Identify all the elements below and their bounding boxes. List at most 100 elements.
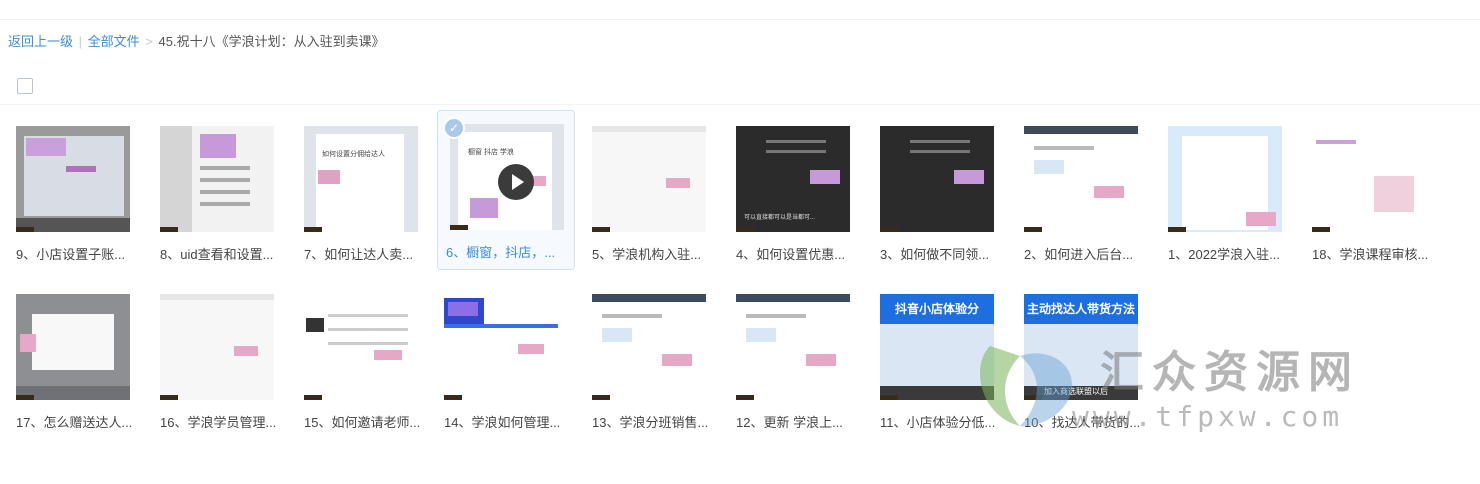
phone-photo-thumbnail xyxy=(16,126,130,232)
blank-page-thumbnail xyxy=(160,294,274,400)
thumbnail-text: 如何设置分佣给达人 xyxy=(322,151,385,158)
file-item[interactable]: 主动找达人带货方法加入商选联盟以后 10、找达人带货的... xyxy=(1016,281,1154,441)
file-name[interactable]: 5、学浪机构入驻... xyxy=(584,246,722,264)
thumbnail-subtext: 加入商选联盟以后 xyxy=(1044,387,1108,396)
file-name[interactable]: 1、2022学浪入驻... xyxy=(1160,246,1298,264)
file-name[interactable]: 11、小店体验分低... xyxy=(872,414,1010,432)
file-item[interactable]: 14、学浪如何管理... xyxy=(436,281,574,441)
file-name[interactable]: 4、如何设置优惠... xyxy=(728,246,866,264)
banner-page-thumbnail xyxy=(444,294,558,400)
file-name[interactable]: 18、学浪课程审核... xyxy=(1304,246,1442,264)
file-thumbnail: 抖音小店体验分 xyxy=(880,294,994,400)
file-thumbnail xyxy=(736,294,850,400)
thumbnail-text: 橱窗 抖店 学浪 xyxy=(468,149,514,156)
file-item[interactable]: 17、怎么赠送达人... xyxy=(8,281,146,441)
video-progress-bar xyxy=(1024,227,1042,232)
grid-page-thumbnail xyxy=(1312,126,1426,232)
file-thumbnail xyxy=(1312,126,1426,232)
file-thumbnail: 可以直接都可以是当都可... xyxy=(736,126,850,232)
select-all-checkbox[interactable] xyxy=(17,78,33,94)
form-page-thumbnail xyxy=(592,294,706,400)
file-item[interactable]: 12、更新 学浪上... xyxy=(728,281,866,441)
video-progress-bar xyxy=(880,227,898,232)
form-page-thumbnail xyxy=(736,294,850,400)
divider xyxy=(0,104,1480,105)
file-name[interactable]: 13、学浪分班销售... xyxy=(584,414,722,432)
video-progress-bar xyxy=(880,395,898,400)
file-thumbnail xyxy=(444,294,558,400)
file-name[interactable]: 3、如何做不同领... xyxy=(872,246,1010,264)
app-menu-thumbnail xyxy=(160,126,274,232)
video-progress-bar xyxy=(736,227,754,232)
file-thumbnail: 如何设置分佣给达人 xyxy=(304,126,418,232)
video-progress-bar xyxy=(1312,227,1330,232)
current-folder: 45.祝十八《学浪计划：从入驻到卖课》 xyxy=(158,34,385,49)
file-item[interactable]: 1、2022学浪入驻... xyxy=(1160,113,1298,273)
file-name[interactable]: 7、如何让达人卖... xyxy=(296,246,434,264)
file-thumbnail xyxy=(592,294,706,400)
file-thumbnail xyxy=(880,126,994,232)
file-name[interactable]: 12、更新 学浪上... xyxy=(728,414,866,432)
file-thumbnail xyxy=(16,294,130,400)
breadcrumb-separator: > xyxy=(145,34,153,49)
file-name[interactable]: 10、找达人带货的... xyxy=(1016,414,1154,432)
blue-page-thumbnail xyxy=(1168,126,1282,232)
back-link[interactable]: 返回上一级 xyxy=(8,34,73,49)
video-progress-bar xyxy=(304,395,322,400)
file-item[interactable]: 15、如何邀请老师... xyxy=(296,281,434,441)
dialog-thumbnail xyxy=(16,294,130,400)
video-progress-bar xyxy=(450,225,468,230)
file-thumbnail: 主动找达人带货方法加入商选联盟以后 xyxy=(1024,294,1138,400)
video-progress-bar xyxy=(736,395,754,400)
file-thumbnail: 橱窗 抖店 学浪 xyxy=(450,124,564,230)
play-icon[interactable] xyxy=(498,164,534,200)
file-thumbnail xyxy=(592,126,706,232)
file-item[interactable]: 可以直接都可以是当都可... 4、如何设置优惠... xyxy=(728,113,866,273)
thumbnail-text: 主动找达人带货方法 xyxy=(1026,302,1135,316)
file-name[interactable]: 2、如何进入后台... xyxy=(1016,246,1154,264)
file-item[interactable]: 5、学浪机构入驻... xyxy=(584,113,722,273)
video-progress-bar xyxy=(444,395,462,400)
file-item[interactable]: 橱窗 抖店 学浪 ✓ 6、橱窗，抖店，... xyxy=(437,110,575,270)
file-thumbnail xyxy=(1024,126,1138,232)
file-thumbnail xyxy=(16,126,130,232)
file-name[interactable]: 17、怎么赠送达人... xyxy=(8,414,146,432)
doc-page-thumbnail xyxy=(304,126,418,232)
dark-table-thumbnail xyxy=(880,126,994,232)
top-bar xyxy=(0,0,1480,20)
file-item[interactable]: 13、学浪分班销售... xyxy=(584,281,722,441)
video-progress-bar xyxy=(304,227,322,232)
file-name[interactable]: 14、学浪如何管理... xyxy=(436,414,574,432)
file-name[interactable]: 9、小店设置子账... xyxy=(8,246,146,264)
video-progress-bar xyxy=(160,227,178,232)
file-name[interactable]: 6、橱窗，抖店，... xyxy=(438,244,576,262)
form-page-thumbnail xyxy=(1024,126,1138,232)
file-thumbnail xyxy=(160,126,274,232)
video-progress-bar xyxy=(16,395,34,400)
all-files-link[interactable]: 全部文件 xyxy=(88,34,140,49)
file-item[interactable]: 8、uid查看和设置... xyxy=(152,113,290,273)
video-progress-bar xyxy=(592,395,610,400)
file-name[interactable]: 8、uid查看和设置... xyxy=(152,246,290,264)
file-item[interactable]: 抖音小店体验分 11、小店体验分低... xyxy=(872,281,1010,441)
blank-page-thumbnail xyxy=(592,126,706,232)
breadcrumb-separator: | xyxy=(78,34,83,49)
video-progress-bar xyxy=(592,227,610,232)
file-name[interactable]: 15、如何邀请老师... xyxy=(296,414,434,432)
check-icon[interactable]: ✓ xyxy=(443,117,465,139)
file-item[interactable]: 18、学浪课程审核... xyxy=(1304,113,1442,273)
video-progress-bar xyxy=(1168,227,1186,232)
file-item[interactable]: 2、如何进入后台... xyxy=(1016,113,1154,273)
file-thumbnail xyxy=(304,294,418,400)
file-item[interactable]: 如何设置分佣给达人 7、如何让达人卖... xyxy=(296,113,434,273)
video-progress-bar xyxy=(16,227,34,232)
breadcrumb: 返回上一级 | 全部文件 > 45.祝十八《学浪计划：从入驻到卖课》 xyxy=(8,33,385,51)
file-item[interactable]: 9、小店设置子账... xyxy=(8,113,146,273)
table-page-thumbnail xyxy=(304,294,418,400)
file-name[interactable]: 16、学浪学员管理... xyxy=(152,414,290,432)
file-thumbnail xyxy=(160,294,274,400)
thumbnail-text: 抖音小店体验分 xyxy=(894,302,979,316)
file-item[interactable]: 3、如何做不同领... xyxy=(872,113,1010,273)
file-thumbnail xyxy=(1168,126,1282,232)
file-item[interactable]: 16、学浪学员管理... xyxy=(152,281,290,441)
